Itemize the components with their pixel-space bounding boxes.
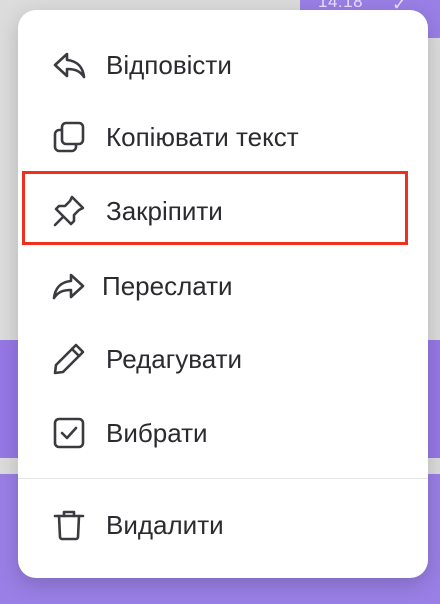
menu-divider: [18, 478, 428, 479]
menu-item-copy-text[interactable]: Копіювати текст: [18, 100, 428, 174]
forward-icon: [51, 268, 87, 304]
menu-item-label: Переслати: [102, 270, 233, 301]
menu-item-forward[interactable]: Переслати: [18, 249, 428, 323]
menu-item-delete[interactable]: Видалити: [18, 488, 428, 562]
menu-item-label: Відповісти: [106, 49, 232, 80]
menu-item-edit[interactable]: Редагувати: [18, 322, 428, 396]
checkbox-icon: [51, 415, 87, 451]
menu-item-label: Вибрати: [106, 417, 208, 448]
highlight-box: [22, 171, 408, 245]
menu-item-select[interactable]: Вибрати: [18, 396, 428, 470]
menu-item-label: Редагувати: [106, 343, 243, 374]
copy-icon: [51, 119, 87, 155]
trash-icon: [51, 507, 87, 543]
menu-item-label: Видалити: [106, 509, 224, 540]
pencil-icon: [51, 341, 87, 377]
reply-icon: [51, 47, 87, 83]
menu-item-label: Копіювати текст: [106, 121, 299, 152]
message-context-menu: Відповісти Копіювати текст Закріпити Пер…: [18, 10, 428, 578]
menu-item-reply[interactable]: Відповісти: [18, 28, 428, 102]
